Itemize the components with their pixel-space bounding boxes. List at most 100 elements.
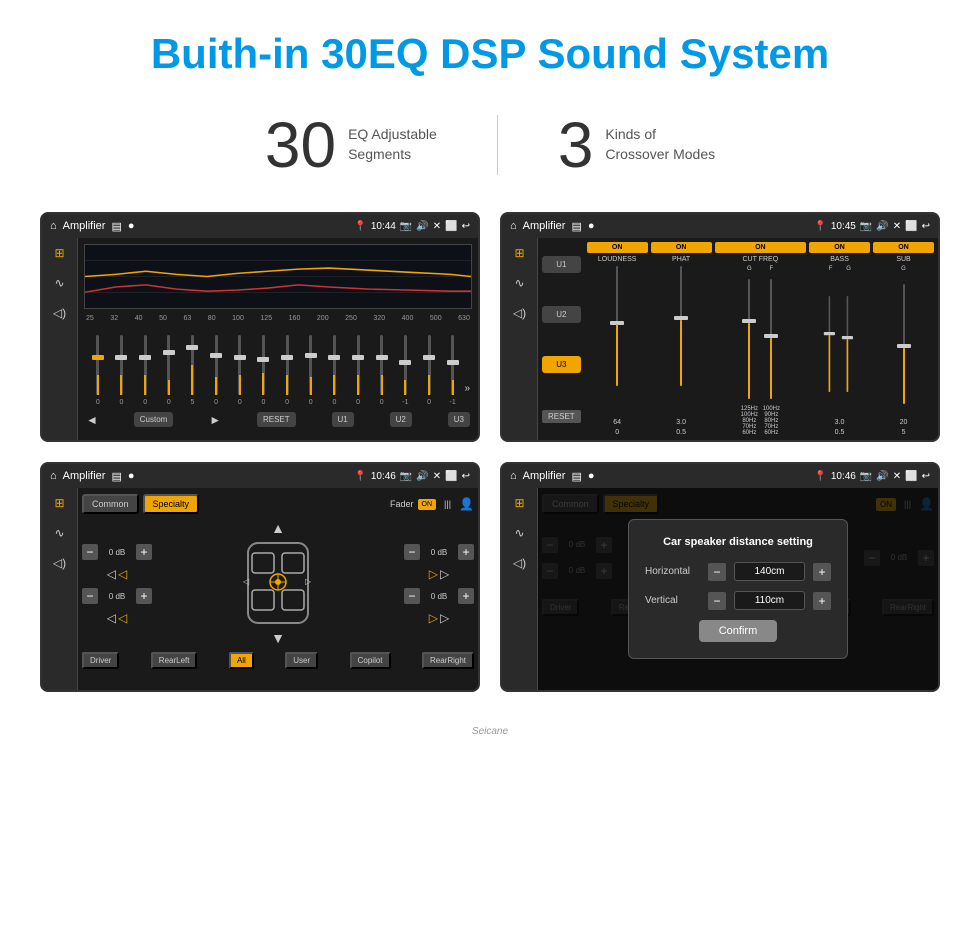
eq-side-eq-icon[interactable]: ⊞	[54, 246, 64, 260]
sp-arrow-down[interactable]: ▼	[271, 630, 285, 646]
dist-dot-icon: ●	[588, 470, 595, 482]
cx-side-wave-icon[interactable]: ∿	[514, 276, 524, 290]
dist-title: Amplifier	[523, 470, 566, 482]
sp-copilot-btn[interactable]: Copilot	[350, 652, 391, 669]
fader-4: 5	[181, 335, 205, 406]
sp-lf-minus[interactable]: −	[82, 544, 98, 560]
dist-volume-icon[interactable]: 🔊	[876, 471, 888, 482]
dist-status-bar: ⌂ Amplifier ▤ ● 📍 10:46 📷 🔊 ✕ ⬜ ↩	[502, 464, 938, 488]
dialog-horizontal-input[interactable]: 140cm	[734, 562, 805, 581]
u1-btn[interactable]: U1	[332, 412, 354, 427]
sp-menu-icon[interactable]: ▤	[111, 470, 121, 483]
eq-back-icon[interactable]: ↩	[462, 221, 470, 232]
dist-back-icon[interactable]: ↩	[922, 471, 930, 482]
cx-loudness-toggle[interactable]: ON	[587, 242, 648, 253]
eq-status-bar: ⌂ Amplifier ▤ ● 📍 10:44 📷 🔊 ✕ ⬜ ↩	[42, 214, 478, 238]
sp-side-wave-icon[interactable]: ∿	[54, 526, 64, 540]
sp-rf-minus[interactable]: −	[404, 544, 420, 560]
sp-screen-icon[interactable]: ⬜	[445, 471, 457, 482]
svg-text:▷: ▷	[305, 577, 312, 586]
cx-side-eq-icon[interactable]: ⊞	[514, 246, 524, 260]
sp-rf-plus[interactable]: +	[458, 544, 474, 560]
eq-menu-icon[interactable]: ▤	[111, 220, 121, 233]
stat-eq: 30 EQ Adjustable Segments	[205, 108, 497, 182]
cx-back-icon[interactable]: ↩	[922, 221, 930, 232]
cx-sub-toggle[interactable]: ON	[873, 242, 934, 253]
cx-time: 10:45	[831, 221, 856, 232]
reset-btn[interactable]: RESET	[257, 412, 296, 427]
dialog-vertical-plus[interactable]: +	[813, 592, 831, 610]
eq-prev-icon[interactable]: ◄	[86, 413, 98, 427]
dist-side-wave-icon[interactable]: ∿	[514, 526, 524, 540]
sp-side-volume-icon[interactable]: ◁)	[53, 556, 66, 570]
cx-menu-icon[interactable]: ▤	[571, 220, 581, 233]
cx-band-cutfreq: ON CUT FREQ G	[715, 242, 806, 436]
cx-x-icon[interactable]: ✕	[893, 221, 901, 232]
eq-x-icon[interactable]: ✕	[433, 221, 441, 232]
dist-home-icon[interactable]: ⌂	[510, 470, 517, 482]
sp-volume-icon[interactable]: 🔊	[416, 471, 428, 482]
dist-x-icon[interactable]: ✕	[893, 471, 901, 482]
cx-home-icon[interactable]: ⌂	[510, 220, 517, 232]
sp-driver-btn[interactable]: Driver	[82, 652, 119, 669]
dialog-horizontal-plus[interactable]: +	[813, 563, 831, 581]
custom-btn[interactable]: Custom	[134, 412, 174, 427]
dialog-title: Car speaker distance setting	[645, 536, 831, 548]
sp-rearleft-btn[interactable]: RearLeft	[151, 652, 198, 669]
home-icon[interactable]: ⌂	[50, 220, 57, 232]
sp-arrow-up[interactable]: ▲	[271, 520, 285, 536]
sp-fader-bars: |||	[444, 499, 451, 509]
cx-u2-btn[interactable]: U2	[542, 306, 581, 323]
cx-camera-icon[interactable]: 📷	[860, 221, 872, 232]
u2-btn[interactable]: U2	[390, 412, 412, 427]
cx-volume-icon[interactable]: 🔊	[876, 221, 888, 232]
cx-reset-btn[interactable]: RESET	[542, 410, 581, 423]
sp-back-icon[interactable]: ↩	[462, 471, 470, 482]
dist-side-volume-icon[interactable]: ◁)	[513, 556, 526, 570]
cx-screen-icon[interactable]: ⬜	[905, 221, 917, 232]
eq-side-wave-icon[interactable]: ∿	[54, 276, 64, 290]
cx-side-volume-icon[interactable]: ◁)	[513, 306, 526, 320]
eq-freq-labels: 2532405063 80100125160200 25032040050063…	[84, 315, 472, 322]
sp-side-eq-icon[interactable]: ⊞	[54, 496, 64, 510]
dist-camera-icon[interactable]: 📷	[860, 471, 872, 482]
confirm-button[interactable]: Confirm	[699, 620, 778, 642]
sp-rr-plus[interactable]: +	[458, 588, 474, 604]
sp-lr-plus[interactable]: +	[136, 588, 152, 604]
dist-screen-icon[interactable]: ⬜	[905, 471, 917, 482]
eq-camera-icon[interactable]: 📷	[400, 221, 412, 232]
sp-rearright-btn[interactable]: RearRight	[422, 652, 474, 669]
sp-common-tab[interactable]: Common	[82, 494, 139, 514]
dialog-horizontal-minus[interactable]: −	[708, 563, 726, 581]
sp-lf-plus[interactable]: +	[136, 544, 152, 560]
cx-phat-toggle[interactable]: ON	[651, 242, 712, 253]
sp-all-btn[interactable]: All	[229, 652, 254, 669]
dist-menu-icon[interactable]: ▤	[571, 470, 581, 483]
cx-u1-btn[interactable]: U1	[542, 256, 581, 273]
cx-u-col: U1 U2 U3 RESET	[542, 242, 583, 436]
dialog-vertical-minus[interactable]: −	[708, 592, 726, 610]
sp-x-icon[interactable]: ✕	[433, 471, 441, 482]
eq-dot-icon: ●	[128, 220, 135, 232]
sp-specialty-tab[interactable]: Specialty	[143, 494, 200, 514]
sp-lf-val: 0 dB	[102, 548, 132, 557]
sp-fader-on[interactable]: ON	[418, 499, 437, 510]
cx-band-sub: ON SUB G 20	[873, 242, 934, 436]
dialog-vertical-input[interactable]: 110cm	[734, 591, 805, 610]
fader-1: 0	[110, 335, 134, 406]
eq-side-volume-icon[interactable]: ◁)	[53, 306, 66, 320]
cx-bass-toggle[interactable]: ON	[809, 242, 870, 253]
sp-user-btn[interactable]: User	[285, 652, 318, 669]
eq-volume-icon[interactable]: 🔊	[416, 221, 428, 232]
cx-cutfreq-toggle[interactable]: ON	[715, 242, 806, 253]
eq-screen-icon[interactable]: ⬜	[445, 221, 457, 232]
u3-btn[interactable]: U3	[448, 412, 470, 427]
sp-home-icon[interactable]: ⌂	[50, 470, 57, 482]
sp-camera-icon[interactable]: 📷	[400, 471, 412, 482]
dist-side-eq-icon[interactable]: ⊞	[514, 496, 524, 510]
sp-lr-minus[interactable]: −	[82, 588, 98, 604]
sp-time: 10:46	[371, 471, 396, 482]
eq-play-icon[interactable]: ►	[209, 413, 221, 427]
cx-u3-btn[interactable]: U3	[542, 356, 581, 373]
sp-rr-minus[interactable]: −	[404, 588, 420, 604]
